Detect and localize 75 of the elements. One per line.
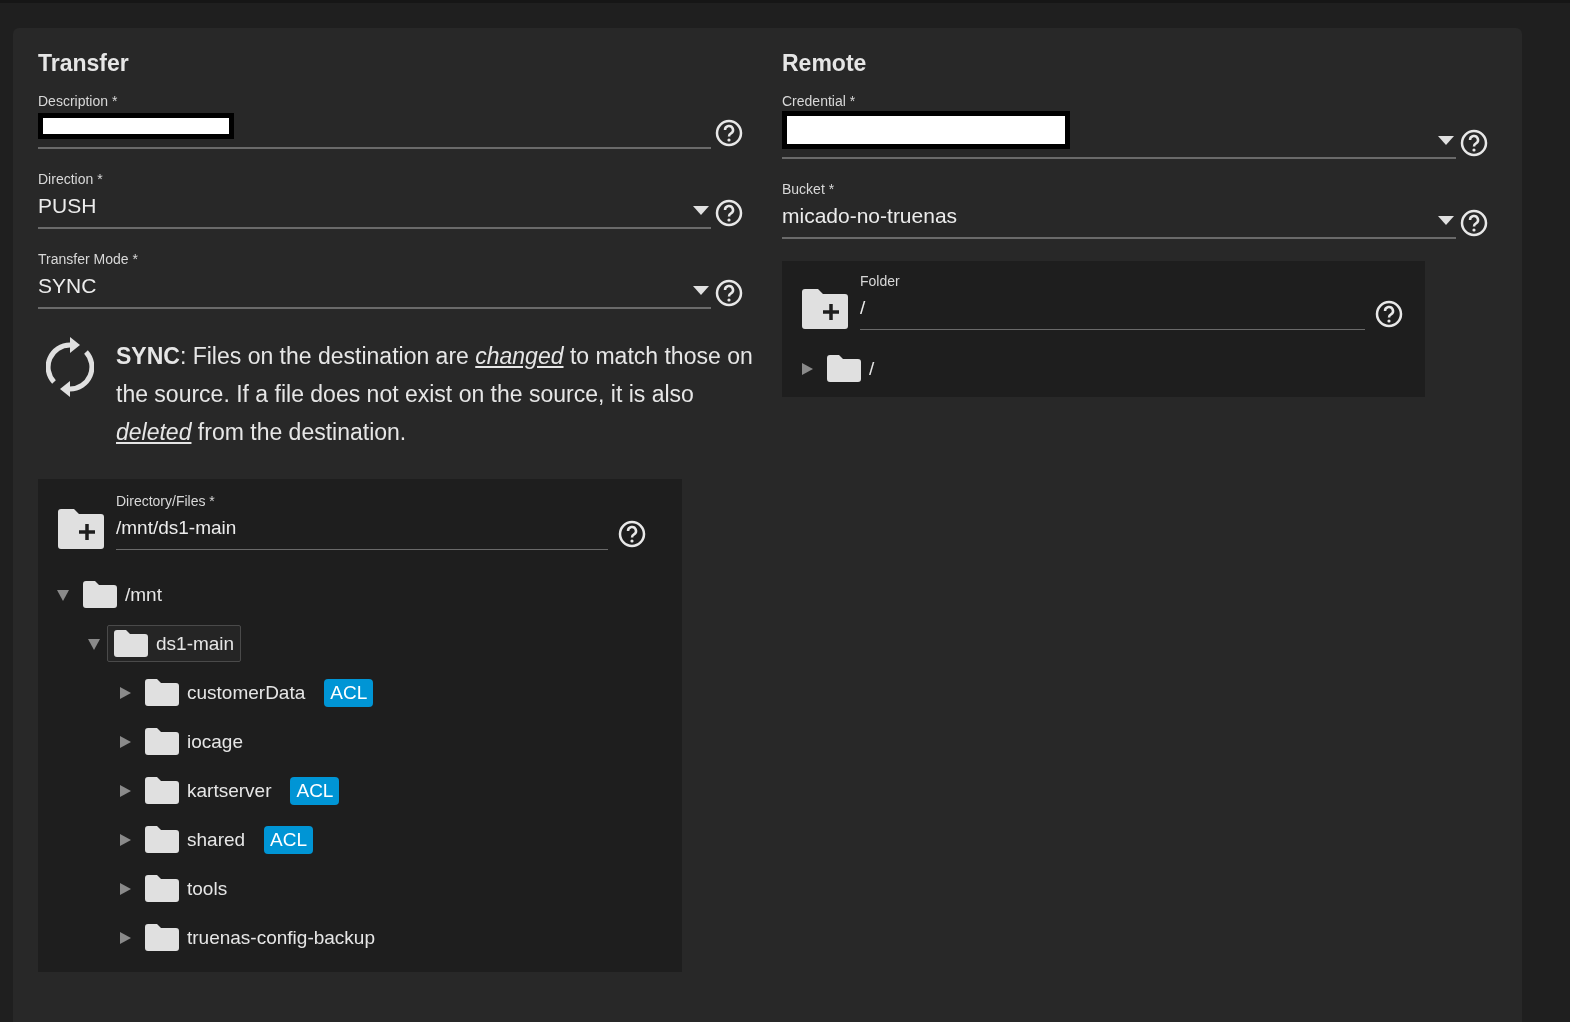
folder-name: /mnt (125, 583, 162, 606)
field-label: Direction * (38, 171, 104, 187)
folder-icon (827, 355, 861, 382)
tree-item[interactable]: customerData (138, 674, 313, 711)
field-value: micado-no-truenas (782, 203, 958, 229)
path-input-field[interactable]: Directory/Files * /mnt/ds1-main (116, 493, 608, 550)
input-field[interactable]: Description * (38, 93, 711, 149)
expand-arrow-icon[interactable] (118, 783, 132, 798)
dropdown-caret-icon (693, 286, 709, 295)
folder-icon (145, 875, 179, 902)
expand-arrow-icon[interactable] (118, 832, 132, 847)
sync-icon (46, 337, 94, 397)
folder-add-icon[interactable] (56, 508, 106, 550)
folder-icon (145, 728, 179, 755)
expand-arrow-icon[interactable] (118, 881, 132, 896)
section-title: Transfer (38, 50, 130, 77)
field-value: /mnt/ds1-main (116, 516, 237, 540)
dropdown-caret-icon (1438, 216, 1454, 225)
expand-arrow-icon[interactable] (118, 685, 132, 700)
expand-arrow-icon[interactable] (118, 930, 132, 945)
folder-name: iocage (187, 730, 243, 753)
tree-item[interactable]: truenas-config-backup (138, 919, 382, 956)
folder-add-icon[interactable] (800, 288, 850, 330)
acl-tag: ACL (290, 776, 340, 805)
folder-icon (145, 924, 179, 951)
field-value: SYNC (38, 273, 97, 299)
collapse-arrow-icon[interactable] (87, 636, 101, 651)
field-value: PUSH (38, 193, 97, 219)
tree-item[interactable]: / (820, 350, 882, 387)
tree-item[interactable]: iocage (138, 723, 250, 760)
folder-name: kartserver (187, 779, 272, 802)
field-label: Credential * (782, 93, 857, 109)
help-icon[interactable] (1375, 300, 1403, 328)
help-icon[interactable] (1460, 129, 1488, 157)
expand-arrow-icon[interactable] (800, 361, 814, 376)
mode-description: SYNC: Files on the destination are changed to match those on the source. If a file does not exist on the source, it is also deleted from the destination. (116, 342, 754, 447)
acl-tag: ACL (324, 678, 374, 707)
folder-icon (83, 581, 117, 608)
folder-name: shared (187, 828, 246, 851)
field-label: Description * (38, 93, 119, 109)
field-value: / (860, 296, 866, 320)
help-icon[interactable] (1460, 209, 1488, 237)
folder-name: customerData (187, 681, 306, 704)
folder-name: tools (187, 877, 228, 900)
tree-item[interactable]: tools (138, 870, 235, 907)
select-field[interactable]: Bucket * micado-no-truenas (782, 181, 1456, 239)
field-label: Folder (860, 273, 901, 289)
folder-icon (114, 630, 148, 657)
field-label: Bucket * (782, 181, 836, 197)
folder-icon (145, 777, 179, 804)
help-icon[interactable] (618, 520, 646, 548)
path-input-field[interactable]: Folder / (860, 273, 1365, 330)
folder-name: / (869, 357, 875, 380)
select-field[interactable]: Credential * (782, 93, 1456, 159)
field-label: Transfer Mode * (38, 251, 139, 267)
expand-arrow-icon[interactable] (118, 734, 132, 749)
dropdown-caret-icon (1438, 136, 1454, 145)
section-title: Remote (782, 50, 868, 77)
folder-icon (145, 826, 179, 853)
help-icon[interactable] (715, 119, 743, 147)
tree-item[interactable]: /mnt (76, 576, 169, 613)
acl-tag: ACL (264, 825, 314, 854)
tree-item[interactable]: kartserver (138, 772, 279, 809)
tree-item[interactable]: shared (138, 821, 253, 858)
field-label: Directory/Files * (116, 493, 216, 509)
folder-name: truenas-config-backup (187, 926, 375, 949)
folder-name: ds1-main (156, 632, 235, 655)
select-field[interactable]: Direction * PUSH (38, 171, 711, 229)
help-icon[interactable] (715, 279, 743, 307)
folder-icon (145, 679, 179, 706)
tree-item[interactable]: ds1-main (107, 625, 242, 662)
select-field[interactable]: Transfer Mode * SYNC (38, 251, 711, 309)
dropdown-caret-icon (693, 206, 709, 215)
collapse-arrow-icon[interactable] (56, 587, 70, 602)
help-icon[interactable] (715, 199, 743, 227)
